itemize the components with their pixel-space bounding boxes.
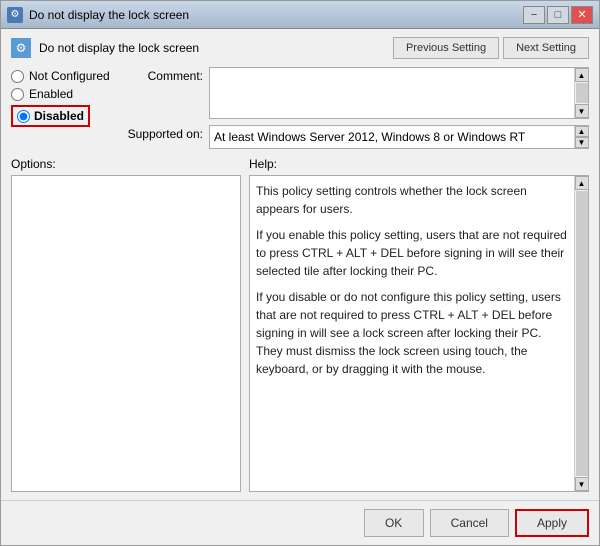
comment-scrollable: ▲ ▼ bbox=[209, 67, 589, 119]
supported-row: Supported on: At least Windows Server 20… bbox=[123, 125, 589, 149]
help-box: This policy setting controls whether the… bbox=[250, 176, 574, 491]
help-scroll-thumb bbox=[576, 191, 588, 476]
header-left: ⚙ Do not display the lock screen bbox=[11, 38, 199, 58]
help-scrollbar: ▲ ▼ bbox=[574, 176, 588, 491]
supported-scrollbar: ▲ ▼ bbox=[574, 126, 588, 148]
header-buttons: Previous Setting Next Setting bbox=[393, 37, 589, 59]
header-title: Do not display the lock screen bbox=[39, 41, 199, 55]
not-configured-radio[interactable] bbox=[11, 70, 24, 83]
scroll-down-arrow[interactable]: ▼ bbox=[575, 104, 589, 118]
next-setting-button[interactable]: Next Setting bbox=[503, 37, 589, 59]
not-configured-label: Not Configured bbox=[29, 69, 110, 83]
title-bar-controls: − □ ✕ bbox=[523, 6, 593, 24]
help-paragraph: This policy setting controls whether the… bbox=[256, 182, 568, 218]
disabled-label: Disabled bbox=[34, 109, 84, 123]
supported-scroll-up[interactable]: ▲ bbox=[575, 126, 589, 137]
options-box bbox=[11, 175, 241, 492]
minimize-button[interactable]: − bbox=[523, 6, 545, 24]
options-panel: Options: bbox=[11, 157, 241, 492]
ok-button[interactable]: OK bbox=[364, 509, 424, 537]
comment-row: Comment: ▲ ▼ bbox=[123, 67, 589, 119]
title-bar-left: ⚙ Do not display the lock screen bbox=[7, 7, 189, 23]
supported-scroll-down[interactable]: ▼ bbox=[575, 137, 589, 148]
comment-label: Comment: bbox=[123, 67, 203, 83]
help-paragraph: If you enable this policy setting, users… bbox=[256, 226, 568, 280]
disabled-option[interactable]: Disabled bbox=[11, 105, 111, 127]
comment-supported-area: Comment: ▲ ▼ Supported on: bbox=[123, 67, 589, 149]
content-area: ⚙ Do not display the lock screen Previou… bbox=[1, 29, 599, 500]
options-label: Options: bbox=[11, 157, 241, 171]
previous-setting-button[interactable]: Previous Setting bbox=[393, 37, 499, 59]
maximize-button[interactable]: □ bbox=[547, 6, 569, 24]
supported-scrollable: At least Windows Server 2012, Windows 8 … bbox=[209, 125, 589, 149]
radio-group: Not Configured Enabled Disabled bbox=[11, 67, 111, 149]
help-label: Help: bbox=[249, 157, 589, 171]
help-scroll-up[interactable]: ▲ bbox=[575, 176, 589, 190]
supported-field-container: At least Windows Server 2012, Windows 8 … bbox=[209, 125, 589, 149]
comment-scrollbar: ▲ ▼ bbox=[574, 68, 588, 118]
title-bar: ⚙ Do not display the lock screen − □ ✕ bbox=[1, 1, 599, 29]
supported-value: At least Windows Server 2012, Windows 8 … bbox=[210, 126, 574, 148]
settings-area: Not Configured Enabled Disabled Comment: bbox=[11, 67, 589, 149]
close-button[interactable]: ✕ bbox=[571, 6, 593, 24]
help-panel: Help: This policy setting controls wheth… bbox=[249, 157, 589, 492]
help-scroll-down[interactable]: ▼ bbox=[575, 477, 589, 491]
supported-label: Supported on: bbox=[123, 125, 203, 141]
comment-field-container: ▲ ▼ bbox=[209, 67, 589, 119]
enabled-option[interactable]: Enabled bbox=[11, 87, 111, 101]
header-row: ⚙ Do not display the lock screen Previou… bbox=[11, 37, 589, 59]
comment-textarea[interactable] bbox=[210, 68, 574, 118]
scroll-up-arrow[interactable]: ▲ bbox=[575, 68, 589, 82]
cancel-button[interactable]: Cancel bbox=[430, 509, 509, 537]
apply-button[interactable]: Apply bbox=[515, 509, 589, 537]
main-panels: Options: Help: This policy setting contr… bbox=[11, 157, 589, 492]
header-icon: ⚙ bbox=[11, 38, 31, 58]
not-configured-option[interactable]: Not Configured bbox=[11, 69, 111, 83]
enabled-label: Enabled bbox=[29, 87, 73, 101]
enabled-radio[interactable] bbox=[11, 88, 24, 101]
scroll-thumb bbox=[576, 83, 588, 103]
help-paragraph: If you disable or do not configure this … bbox=[256, 288, 568, 378]
help-scrollable: This policy setting controls whether the… bbox=[249, 175, 589, 492]
disabled-radio[interactable] bbox=[17, 110, 30, 123]
main-window: ⚙ Do not display the lock screen − □ ✕ ⚙… bbox=[0, 0, 600, 546]
disabled-border: Disabled bbox=[11, 105, 90, 127]
window-icon: ⚙ bbox=[7, 7, 23, 23]
footer: OK Cancel Apply bbox=[1, 500, 599, 545]
window-title: Do not display the lock screen bbox=[29, 8, 189, 22]
